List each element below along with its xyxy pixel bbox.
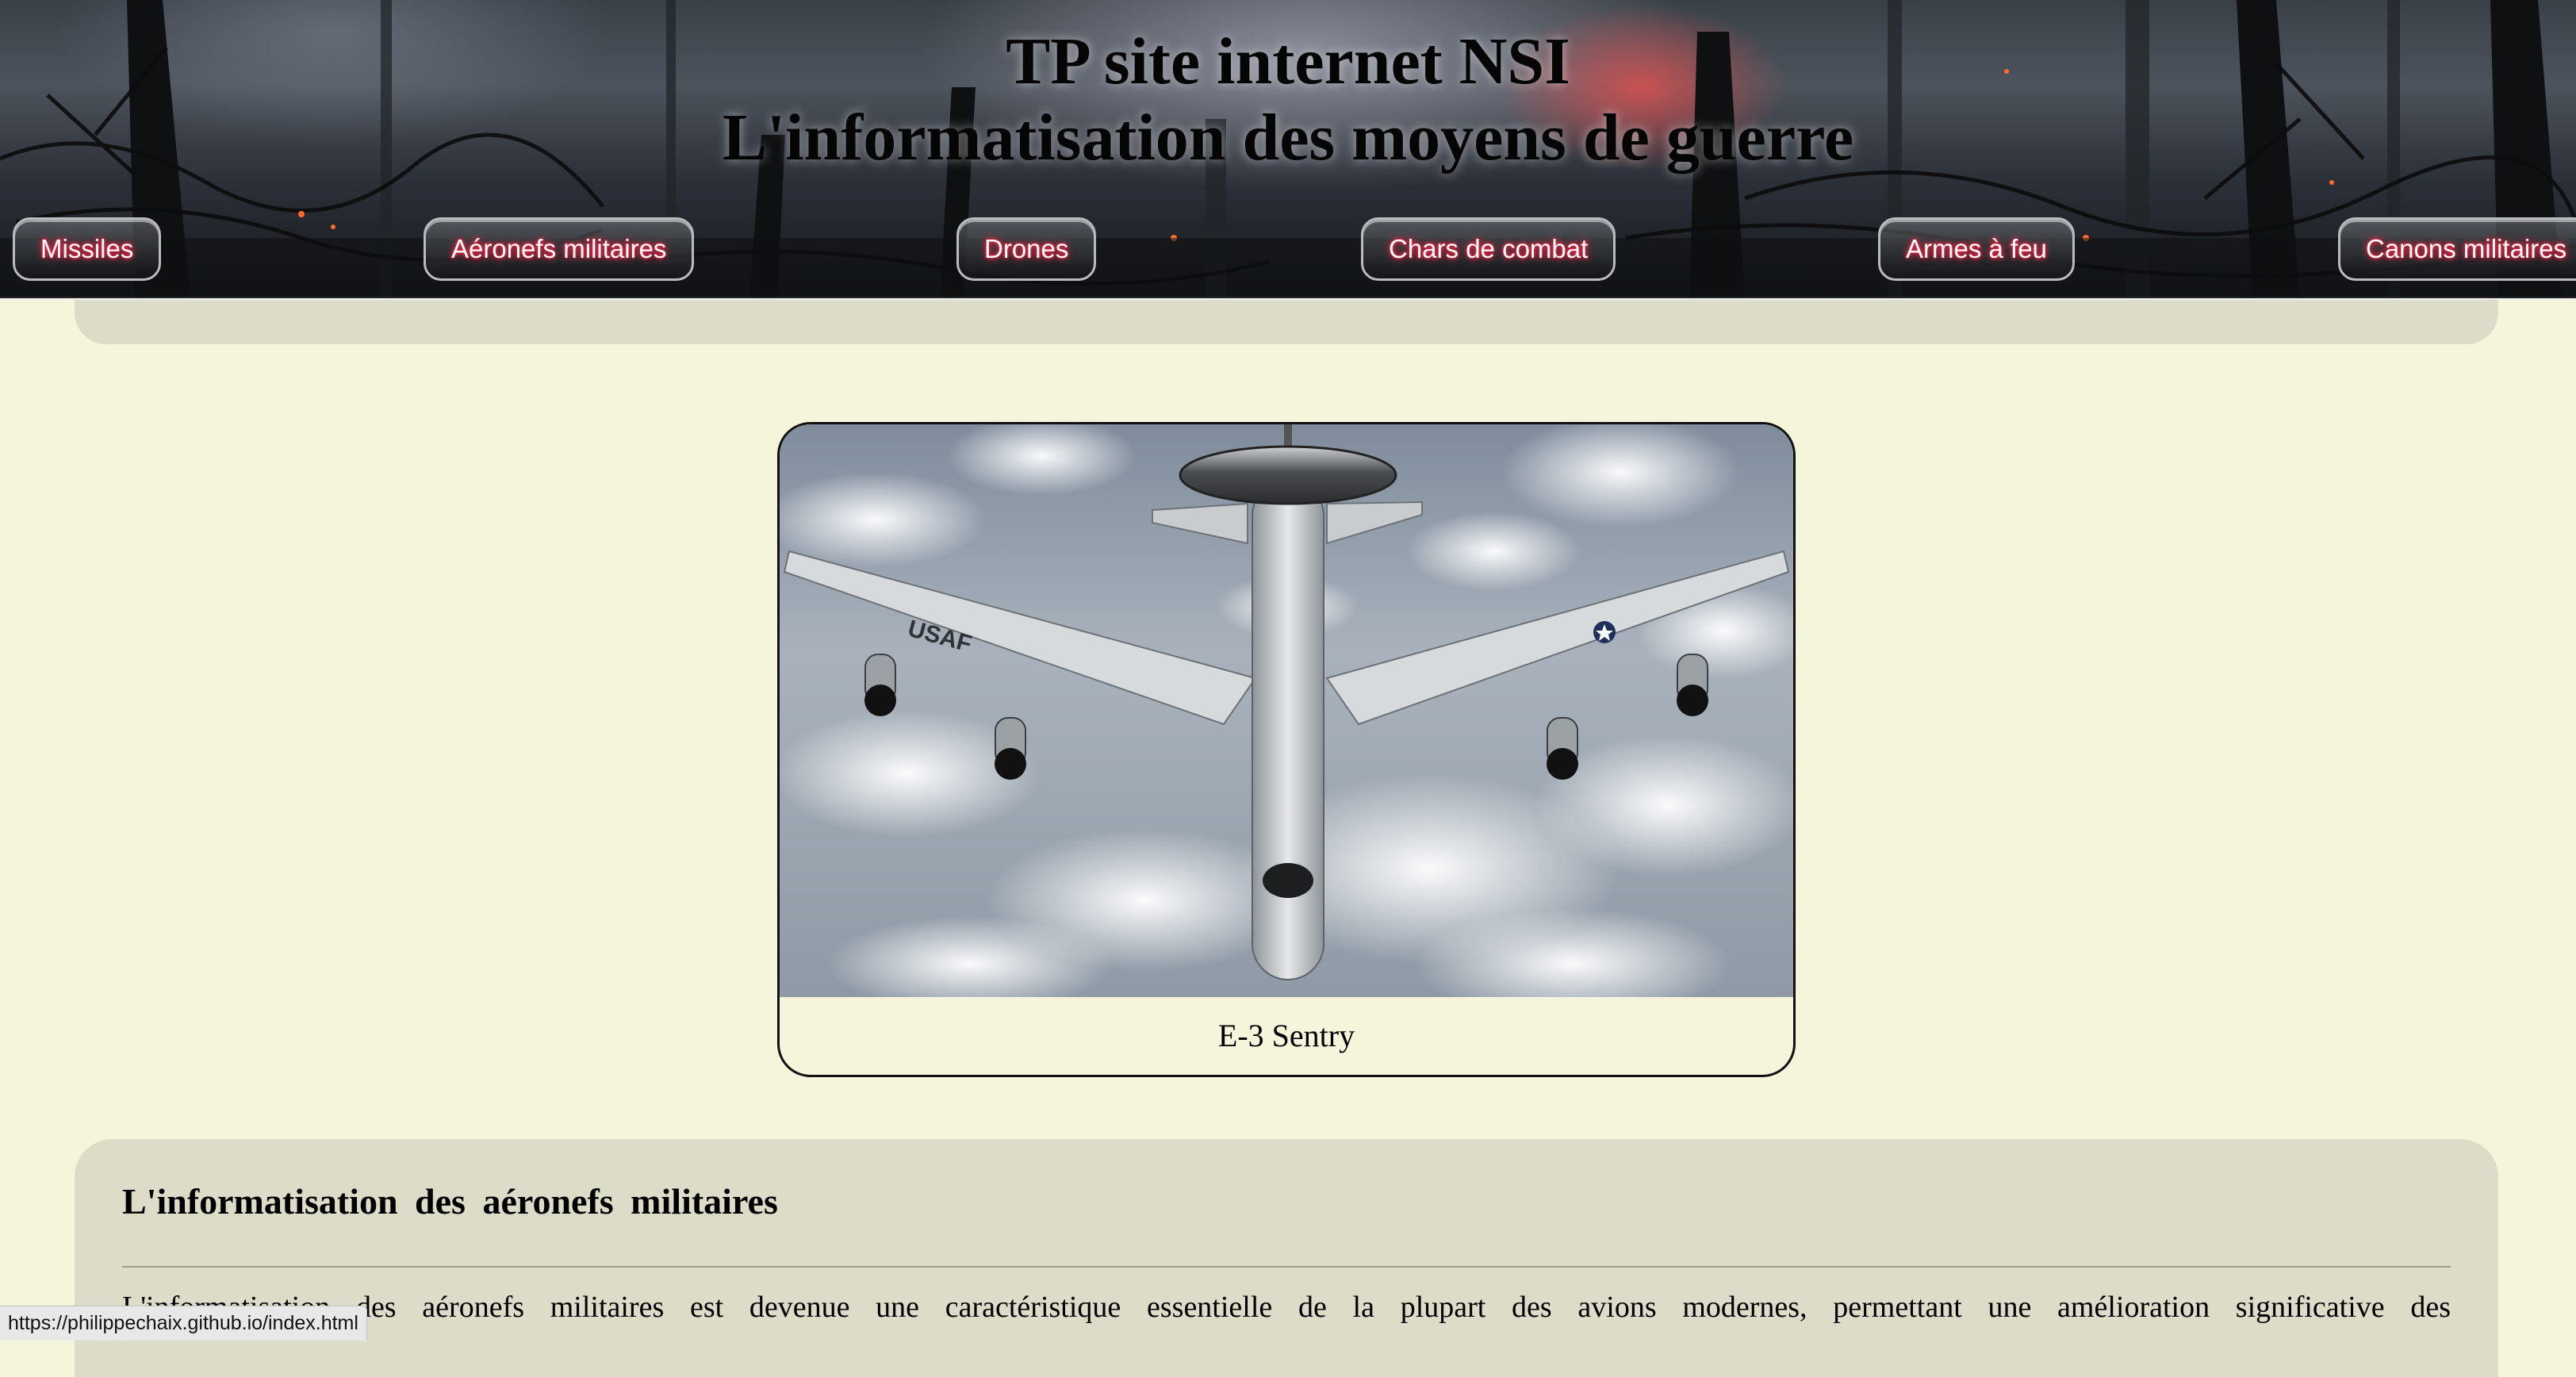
site-header: TP site internet NSI L'informatisation d… (0, 0, 2576, 300)
nav-link-armes-a-feu[interactable]: Armes à feu (1878, 217, 2075, 281)
radar-dome (1179, 445, 1397, 505)
top-panel-band (75, 300, 2498, 344)
nav-link-aeronefs-militaires[interactable]: Aéronefs militaires (424, 217, 695, 281)
e3-sentry-illustration: USAF (780, 424, 1793, 1019)
status-bar-url: https://philippechaix.github.io/index.ht… (0, 1306, 367, 1341)
article-section: L'informatisation des aéronefs militaire… (75, 1139, 2498, 1377)
figure-caption: E-3 Sentry (1217, 1018, 1355, 1053)
article-heading: L'informatisation des aéronefs militaire… (122, 1181, 778, 1222)
article-divider (122, 1266, 2451, 1268)
nav-link-missiles[interactable]: Missiles (13, 217, 162, 281)
site-title-line-1: TP site internet NSI (1006, 25, 1570, 98)
fuselage (1252, 479, 1324, 980)
aircraft-figure: USAF E-3 Sentry (777, 422, 1796, 1077)
nav-link-canons-militaires[interactable]: Canons militaires (2338, 217, 2576, 281)
site-title-line-2: L'informatisation des moyens de guerre (722, 101, 1854, 175)
e3-sentry-photo: USAF (780, 424, 1793, 1019)
nav-link-chars-de-combat[interactable]: Chars de combat (1361, 217, 1616, 281)
left-wing (783, 550, 1257, 726)
article-paragraph: L'informatisation des aéronefs militaire… (122, 1291, 2451, 1324)
nav-link-drones[interactable]: Drones (956, 217, 1097, 281)
